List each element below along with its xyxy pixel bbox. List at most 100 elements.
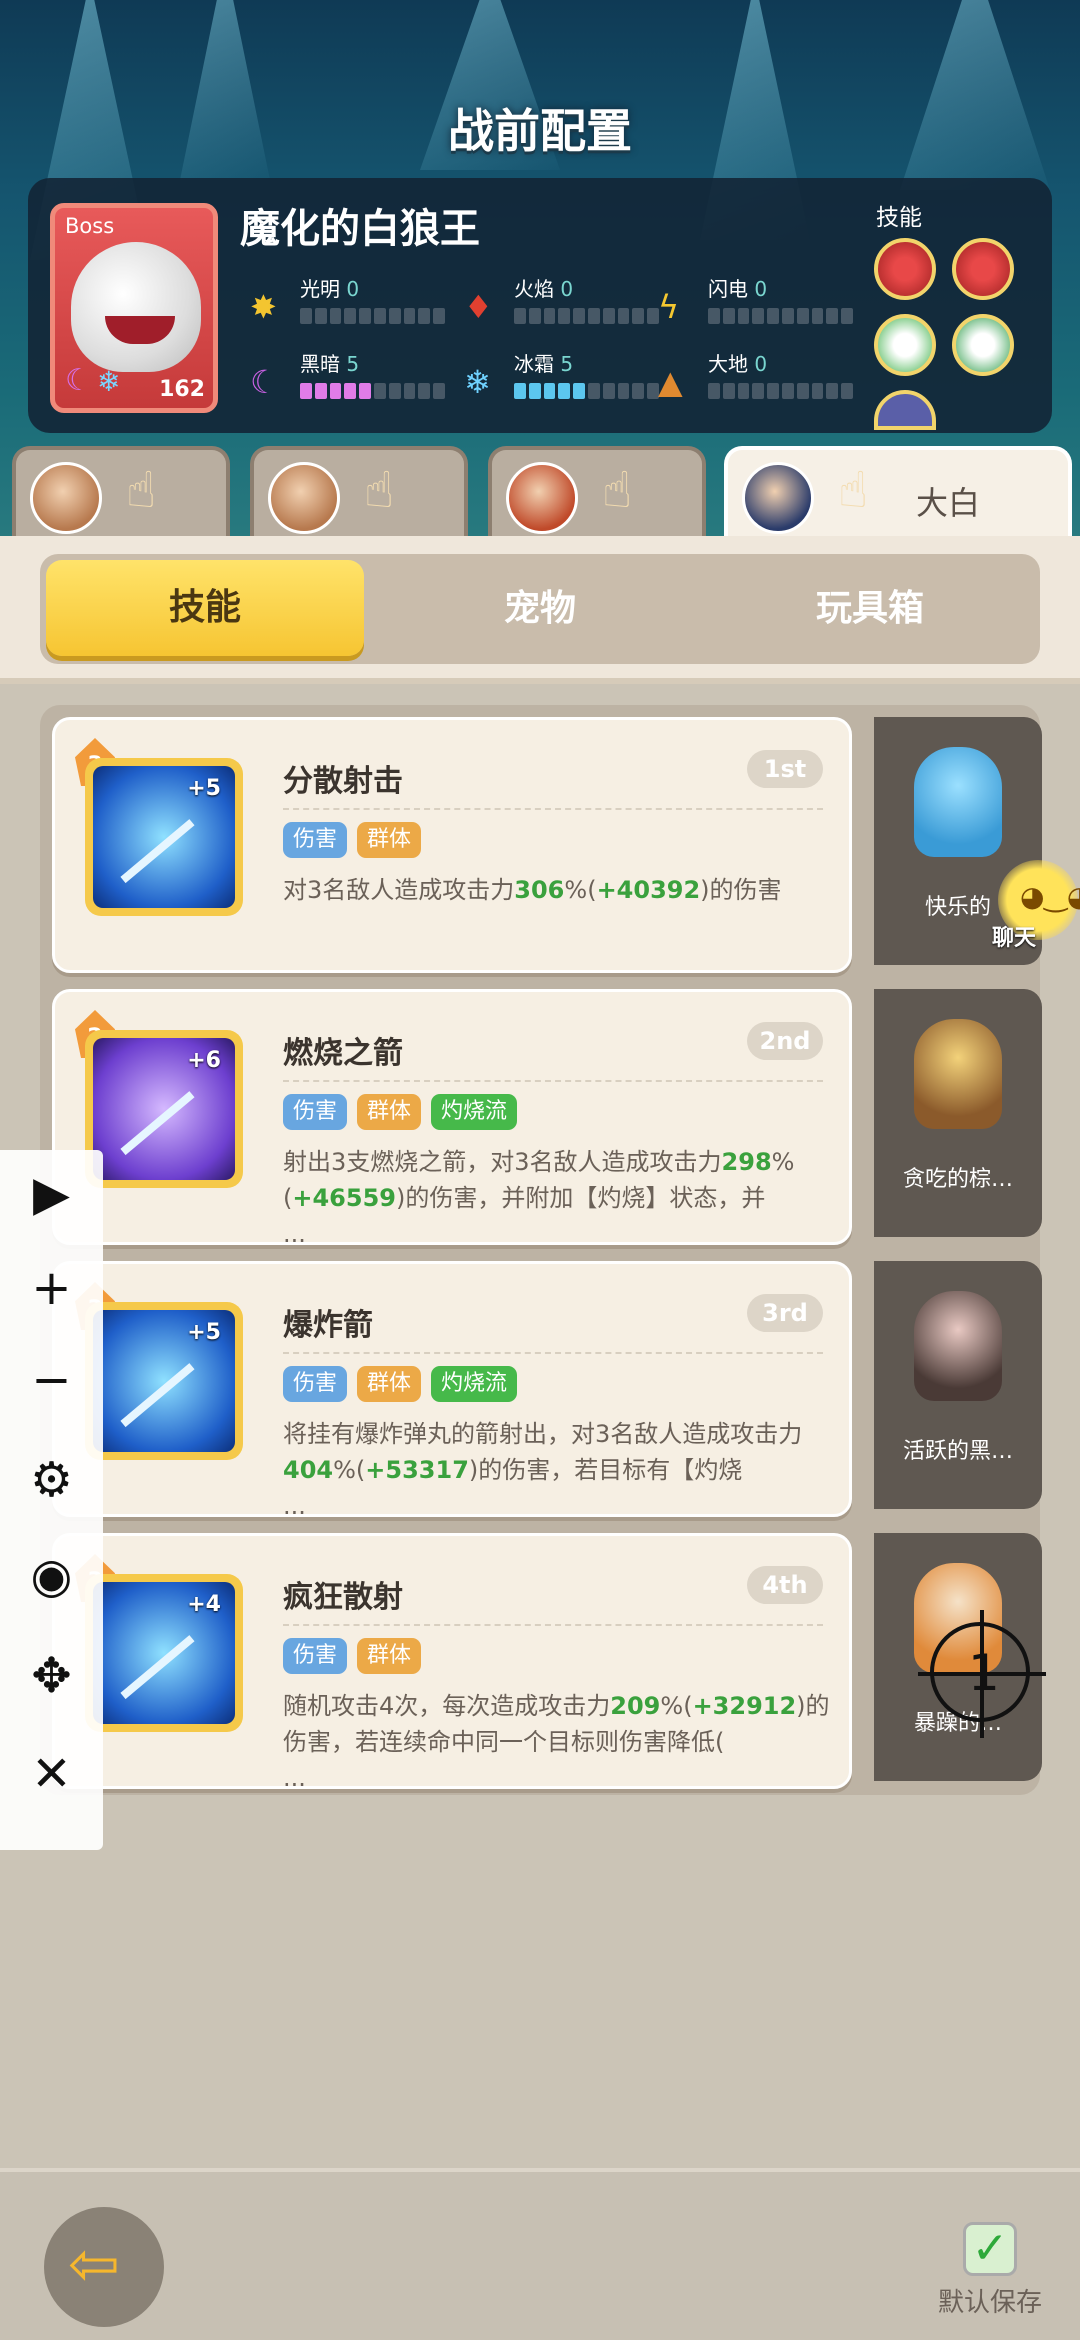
floating-toolbar: ▶ + − ⚙ ◉ ✥ ✕ xyxy=(0,1150,103,1850)
pet-figure xyxy=(914,1291,1002,1401)
skill-icon: +5 xyxy=(85,1302,243,1460)
back-button[interactable]: ⇦ xyxy=(44,2207,164,2327)
sun-icon: ✸ xyxy=(250,288,277,326)
hand-icon: ☝ xyxy=(126,461,157,519)
eye-off-icon[interactable]: ◉ xyxy=(0,1546,103,1606)
skill-icon: +5 xyxy=(85,758,243,916)
tag-group: 群体 xyxy=(357,1366,422,1402)
skill-tags: 伤害 群体 灼烧流 xyxy=(283,1366,518,1402)
back-arrow-icon: ⇦ xyxy=(68,2227,120,2300)
tag-group: 群体 xyxy=(357,1094,422,1130)
crosshair-target-icon[interactable]: 1 xyxy=(918,1610,1046,1738)
skill-tags: 伤害 群体 xyxy=(283,822,422,858)
pet-slot[interactable]: 活跃的黑… xyxy=(874,1261,1042,1509)
element-dark: ☾ 黑暗 5 xyxy=(250,348,450,408)
character-tab[interactable]: ☝ xyxy=(250,446,468,538)
gear-icon[interactable]: ⚙ xyxy=(0,1450,103,1510)
tag-damage: 伤害 xyxy=(283,1094,348,1130)
tab-toybox[interactable]: 玩具箱 xyxy=(705,554,1035,664)
boss-info-panel: Boss ☾ ❄ 162 魔化的白狼王 ✸ 光明 0 ♦ 火焰 0 ϟ 闪电 0… xyxy=(28,178,1052,433)
segmented-tabs: 技能 宠物 玩具箱 xyxy=(40,554,1040,664)
boss-tag: Boss xyxy=(65,214,115,238)
boss-skill-icon[interactable] xyxy=(952,314,1014,376)
boss-skill-icon[interactable] xyxy=(952,238,1014,300)
skill-description: 射出3支燃烧之箭，对3名敌人造成攻击力298%(+46559)的伤害，并附加【灼… xyxy=(283,1148,795,1248)
character-tab-active[interactable]: ☝ 大白 xyxy=(724,446,1072,538)
skill-rank: 2nd xyxy=(747,1022,823,1060)
moon-icon: ☾ xyxy=(65,363,92,398)
close-icon[interactable]: ✕ xyxy=(0,1744,103,1804)
boss-portrait[interactable]: Boss ☾ ❄ 162 xyxy=(50,203,218,413)
skill-card[interactable]: 3 +4 疯狂散射 4th 伤害 群体 随机攻击4次，每次造成攻击力209%(+… xyxy=(52,1533,852,1792)
skill-tags: 伤害 群体 xyxy=(283,1638,422,1674)
character-tabs: ☝ ☝ ☝ ☝ 大白 xyxy=(0,446,1080,538)
pet-figure xyxy=(914,747,1002,857)
character-name: 大白 xyxy=(916,484,981,522)
element-light: ✸ 光明 0 xyxy=(250,273,450,333)
skill-description: 随机攻击4次，每次造成攻击力209%(+32912)的伤害，若连续命中同一个目标… xyxy=(283,1692,830,1792)
chat-button[interactable]: ◕‿◕ 聊天 xyxy=(992,860,1080,951)
pet-name: 活跃的黑… xyxy=(902,1439,1013,1464)
tag-group: 群体 xyxy=(357,822,422,858)
snowflake-icon: ❄ xyxy=(97,365,121,398)
skill-icon: +6 xyxy=(85,1030,243,1188)
pet-figure xyxy=(914,1019,1002,1129)
skill-description: 将挂有爆炸弹丸的箭射出，对3名敌人造成攻击力404%(+53317)的伤害，若目… xyxy=(283,1420,803,1520)
boss-level: 162 xyxy=(159,377,205,402)
lightning-icon: ϟ xyxy=(658,288,680,326)
character-tab[interactable]: ☝ xyxy=(488,446,706,538)
skill-tags: 伤害 群体 灼烧流 xyxy=(283,1094,518,1130)
skill-card[interactable]: 3 +5 分散射击 1st 伤害 群体 对3名敌人造成攻击力306%(+4039… xyxy=(52,717,852,973)
pet-name: 贪吃的棕… xyxy=(902,1167,1013,1192)
hand-icon: ☝ xyxy=(602,461,633,519)
checkbox-icon[interactable]: ✓ xyxy=(963,2222,1017,2276)
tag-burn: 灼烧流 xyxy=(431,1094,518,1130)
tab-pets[interactable]: 宠物 xyxy=(375,554,705,664)
element-lightning: ϟ 闪电 0 xyxy=(658,273,858,333)
chat-label: 聊天 xyxy=(992,926,1037,951)
tag-damage: 伤害 xyxy=(283,1366,348,1402)
save-label: 默认保存 xyxy=(937,2288,1042,2318)
smiley-icon: ◕‿◕ xyxy=(1020,880,1080,913)
skill-icon: +4 xyxy=(85,1574,243,1732)
character-avatar xyxy=(30,462,102,534)
move-icon[interactable]: ✥ xyxy=(0,1646,103,1706)
skill-rank: 1st xyxy=(747,750,823,788)
skill-name: 疯狂散射 xyxy=(283,1580,403,1615)
play-icon[interactable]: ▶ xyxy=(0,1164,103,1224)
skill-name: 分散射击 xyxy=(283,764,403,799)
skill-list: 3 +5 分散射击 1st 伤害 群体 对3名敌人造成攻击力306%(+4039… xyxy=(40,705,1042,1795)
element-earth: ▲ 大地 0 xyxy=(658,348,858,408)
minus-icon[interactable]: − xyxy=(0,1350,103,1410)
skill-name: 燃烧之箭 xyxy=(283,1036,403,1071)
skill-name: 爆炸箭 xyxy=(283,1308,373,1343)
character-avatar xyxy=(506,462,578,534)
character-tab[interactable]: ☝ xyxy=(12,446,230,538)
skill-card[interactable]: 2 +6 燃烧之箭 2nd 伤害 群体 灼烧流 射出3支燃烧之箭，对3名敌人造成… xyxy=(52,989,852,1248)
element-frost: ❄ 冰霜 5 xyxy=(464,348,664,408)
boss-name: 魔化的白狼王 xyxy=(240,206,480,252)
boss-skill-icon[interactable] xyxy=(874,390,936,430)
boss-skill-icon[interactable] xyxy=(874,238,936,300)
moon-icon: ☾ xyxy=(250,363,279,401)
snowflake-icon: ❄ xyxy=(464,363,491,401)
target-number: 1 xyxy=(968,1644,1000,1702)
hand-icon: ☝ xyxy=(364,461,395,519)
boss-skill-icon[interactable] xyxy=(874,314,936,376)
page-title: 战前配置 xyxy=(448,104,632,158)
plus-icon[interactable]: + xyxy=(0,1258,103,1318)
tag-burn: 灼烧流 xyxy=(431,1366,518,1402)
fire-icon: ♦ xyxy=(464,288,493,326)
tag-group: 群体 xyxy=(357,1638,422,1674)
default-save-toggle[interactable]: ✓ 默认保存 xyxy=(930,2222,1050,2319)
skill-card[interactable]: 3 +5 爆炸箭 3rd 伤害 群体 灼烧流 将挂有爆炸弹丸的箭射出，对3名敌人… xyxy=(52,1261,852,1520)
pet-slot[interactable]: 贪吃的棕… xyxy=(874,989,1042,1237)
earth-icon: ▲ xyxy=(658,363,683,401)
skill-rank: 3rd xyxy=(747,1294,823,1332)
tab-skills[interactable]: 技能 xyxy=(46,560,364,656)
tag-damage: 伤害 xyxy=(283,822,348,858)
character-avatar xyxy=(742,462,814,534)
tag-damage: 伤害 xyxy=(283,1638,348,1674)
wolf-avatar xyxy=(71,242,201,372)
hand-icon: ☝ xyxy=(838,461,869,519)
